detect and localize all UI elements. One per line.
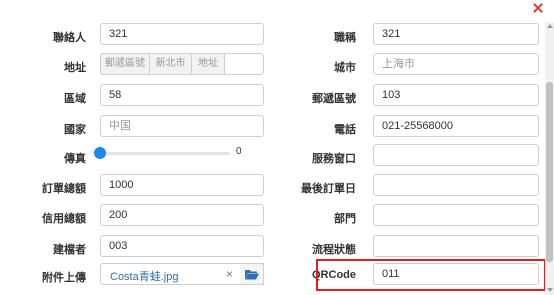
creator-label: 建檔者 (53, 244, 86, 256)
fax-slider-track[interactable] (100, 152, 230, 155)
title-label: 職稱 (334, 32, 356, 44)
scrollbar-thumb[interactable] (546, 82, 553, 262)
zip-label: 郵遞區號 (312, 93, 356, 105)
scrollbar[interactable] (545, 22, 554, 295)
city-label: 城市 (334, 62, 356, 74)
area-label: 區域 (64, 93, 86, 105)
service-input[interactable] (373, 144, 539, 166)
close-icon[interactable] (531, 1, 545, 15)
creator-input[interactable]: 003 (100, 235, 264, 257)
department-label: 部門 (334, 213, 356, 225)
fax-label: 傳真 (64, 153, 86, 165)
clear-file-icon[interactable]: × (226, 267, 233, 281)
qrcode-highlight-box (316, 259, 546, 291)
service-label: 服務窗口 (312, 153, 356, 165)
street-field[interactable]: 地址 (191, 53, 225, 75)
city-input[interactable]: 上海市 (373, 53, 539, 75)
contact-input[interactable]: 321 (100, 23, 264, 45)
title-input[interactable]: 321 (373, 23, 539, 45)
fax-slider-thumb[interactable] (94, 147, 106, 159)
attachment-label: 附件上傳 (42, 272, 86, 284)
contact-label: 聯絡人 (53, 32, 86, 44)
flow-status-label: 流程狀態 (312, 244, 356, 256)
last-order-input[interactable] (373, 174, 539, 196)
department-input[interactable] (373, 204, 539, 226)
scroll-down-icon[interactable] (547, 288, 553, 292)
credit-total-input[interactable]: 200 (100, 204, 264, 226)
zip-code-field[interactable]: 郵遞區號 (100, 53, 150, 75)
address-detail-input[interactable] (224, 53, 264, 75)
order-total-input[interactable]: 1000 (100, 174, 264, 196)
country-label: 國家 (64, 124, 86, 136)
credit-total-label: 信用總額 (42, 213, 86, 225)
dialog-header (0, 0, 554, 22)
zip-input[interactable]: 103 (373, 84, 539, 106)
address-label: 地址 (64, 62, 86, 74)
scroll-up-icon[interactable] (547, 24, 553, 28)
phone-input[interactable]: 021-25568000 (373, 115, 539, 137)
attachment-file-name[interactable]: Costa青蛙.jpg (110, 268, 178, 284)
folder-open-icon (245, 270, 259, 280)
country-input[interactable]: 中国 (100, 115, 264, 137)
last-order-label: 最後訂單日 (301, 183, 356, 195)
fax-slider-value: 0 (236, 146, 242, 157)
flow-status-input[interactable] (373, 235, 539, 257)
phone-label: 電話 (334, 124, 356, 136)
browse-file-button[interactable] (240, 263, 264, 285)
area-input[interactable]: 58 (100, 84, 264, 106)
order-total-label: 訂單總額 (42, 183, 86, 195)
city-field[interactable]: 新北市 (149, 53, 192, 75)
